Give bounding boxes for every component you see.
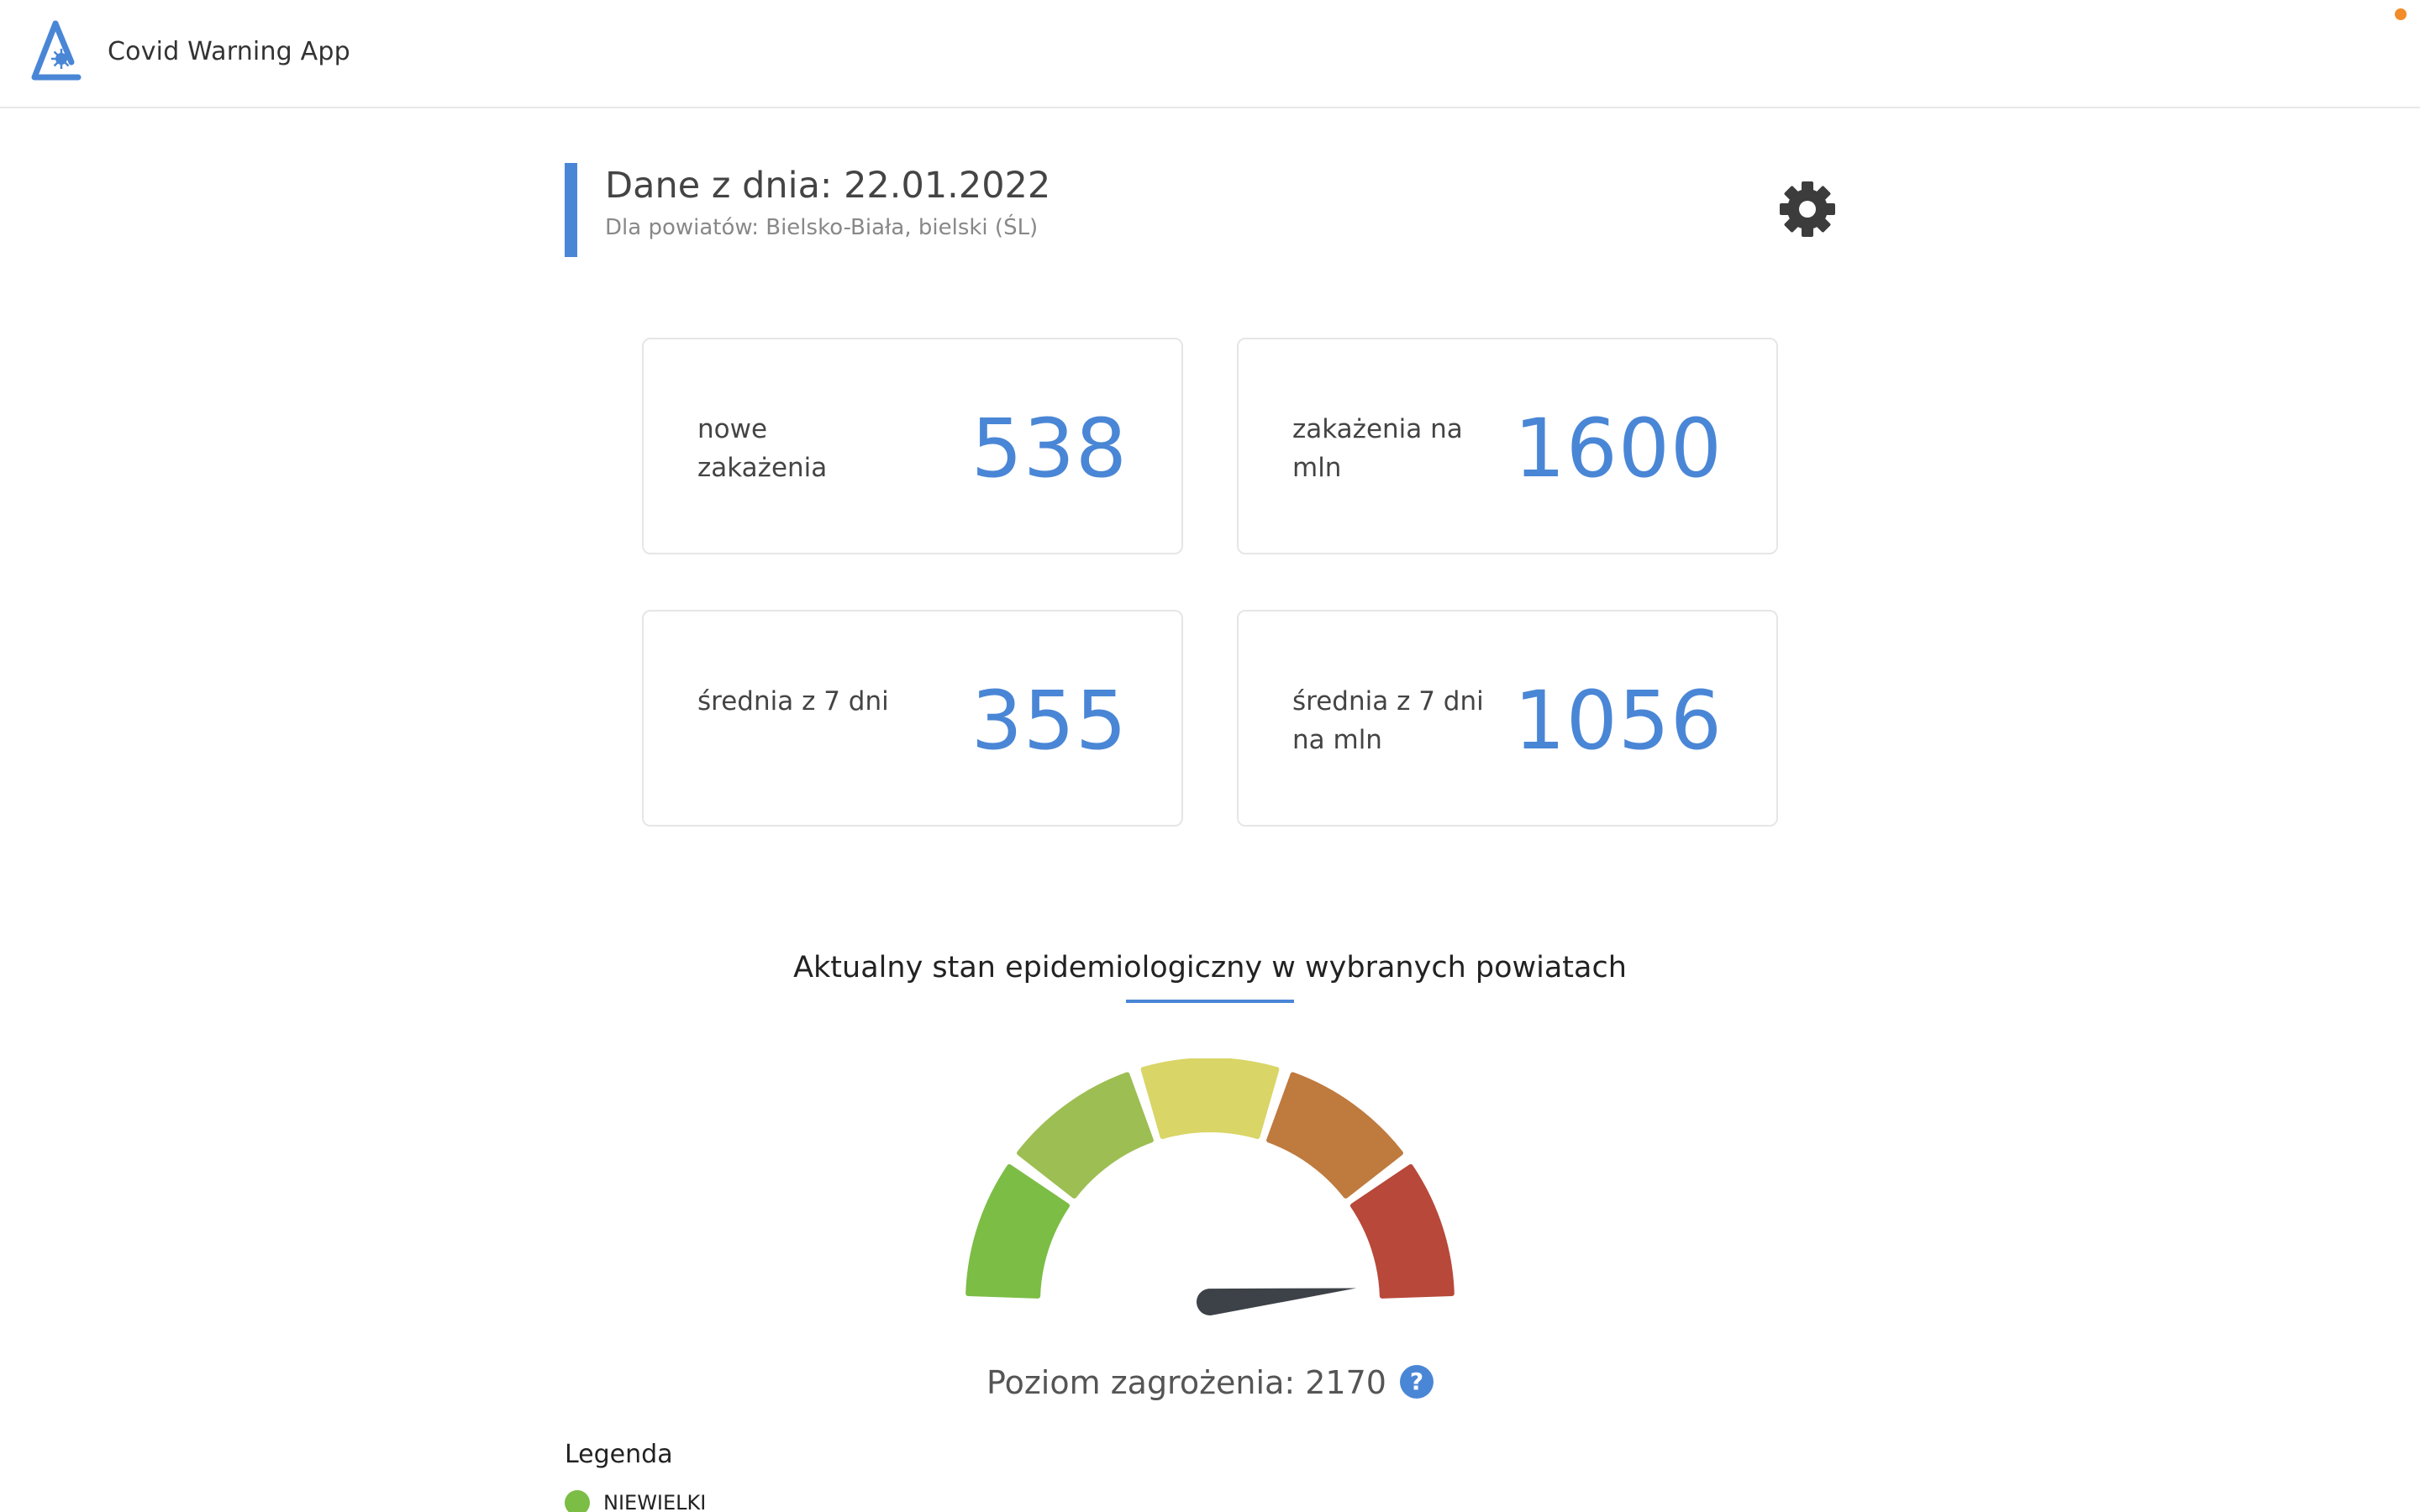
- stat-value: 355: [971, 674, 1128, 768]
- notification-dot: [2395, 8, 2407, 20]
- legend-title: Legenda: [565, 1440, 673, 1469]
- stat-card-7day-average-per-million: średnia z 7 dni na mln 1056: [1237, 610, 1778, 827]
- stat-label: średnia z 7 dni: [697, 686, 889, 717]
- stat-label: nowe zakażenia: [697, 414, 828, 483]
- stat-value: 1056: [1513, 674, 1723, 768]
- help-icon[interactable]: ?: [1399, 1364, 1434, 1399]
- legend-item-label: NIEWIELKI: [603, 1491, 707, 1512]
- stat-card-7day-average: średnia z 7 dni 355: [642, 610, 1183, 827]
- legend-color-dot: [565, 1490, 590, 1512]
- top-bar: Covid Warning App: [0, 0, 2420, 108]
- section-title-underline: [1126, 1000, 1294, 1003]
- threat-level-row: Poziom zagrożenia: 2170?: [0, 1364, 2420, 1402]
- gauge-needle: [1196, 1288, 1357, 1316]
- stat-card-infections-per-million: zakażenia na mln 1600: [1237, 338, 1778, 554]
- section-title: Aktualny stan epidemiologiczny w wybrany…: [793, 951, 1627, 984]
- stat-value: 538: [971, 402, 1128, 496]
- gauge-segment-4: [1266, 1072, 1403, 1199]
- page-subtitle: Dla powiatów: Bielsko-Biała, bielski (ŚL…: [605, 215, 1039, 240]
- threat-level-gauge: [965, 1058, 1455, 1316]
- stat-label: średnia z 7 dni na mln: [1292, 686, 1484, 755]
- legend-item: NIEWIELKI: [565, 1490, 706, 1512]
- gear-icon[interactable]: [1778, 180, 1837, 239]
- stat-value: 1600: [1513, 402, 1723, 496]
- gauge-segment-1: [965, 1163, 1071, 1299]
- app-title[interactable]: Covid Warning App: [108, 37, 350, 66]
- app-logo-icon[interactable]: [28, 18, 83, 86]
- threat-level-label: Poziom zagrożenia: 2170: [986, 1364, 1386, 1401]
- page-title: Dane z dnia: 22.01.2022: [605, 165, 1051, 207]
- gauge-segment-3: [1140, 1058, 1280, 1139]
- date-header: Dane z dnia: 22.01.2022 Dla powiatów: Bi…: [565, 163, 1657, 257]
- stat-card-new-infections: nowe zakażenia 538: [642, 338, 1183, 554]
- gauge-segment-5: [1349, 1163, 1455, 1299]
- gauge-segment-2: [1017, 1072, 1154, 1199]
- stat-label: zakażenia na mln: [1292, 414, 1463, 483]
- header-accent-bar: [565, 163, 577, 257]
